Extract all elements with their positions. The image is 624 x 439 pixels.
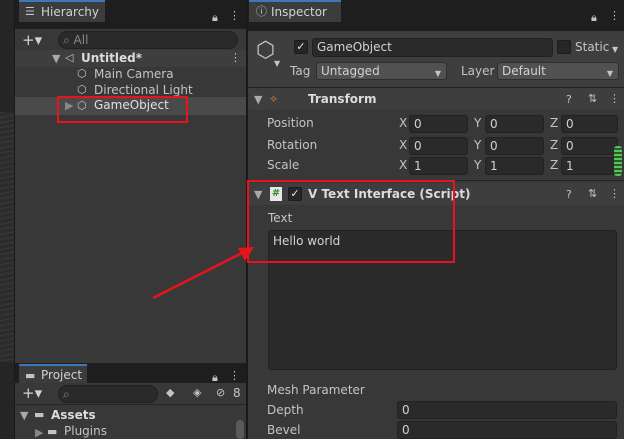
annotation-arrow-line	[152, 251, 243, 300]
annotation-arrow	[152, 247, 254, 300]
